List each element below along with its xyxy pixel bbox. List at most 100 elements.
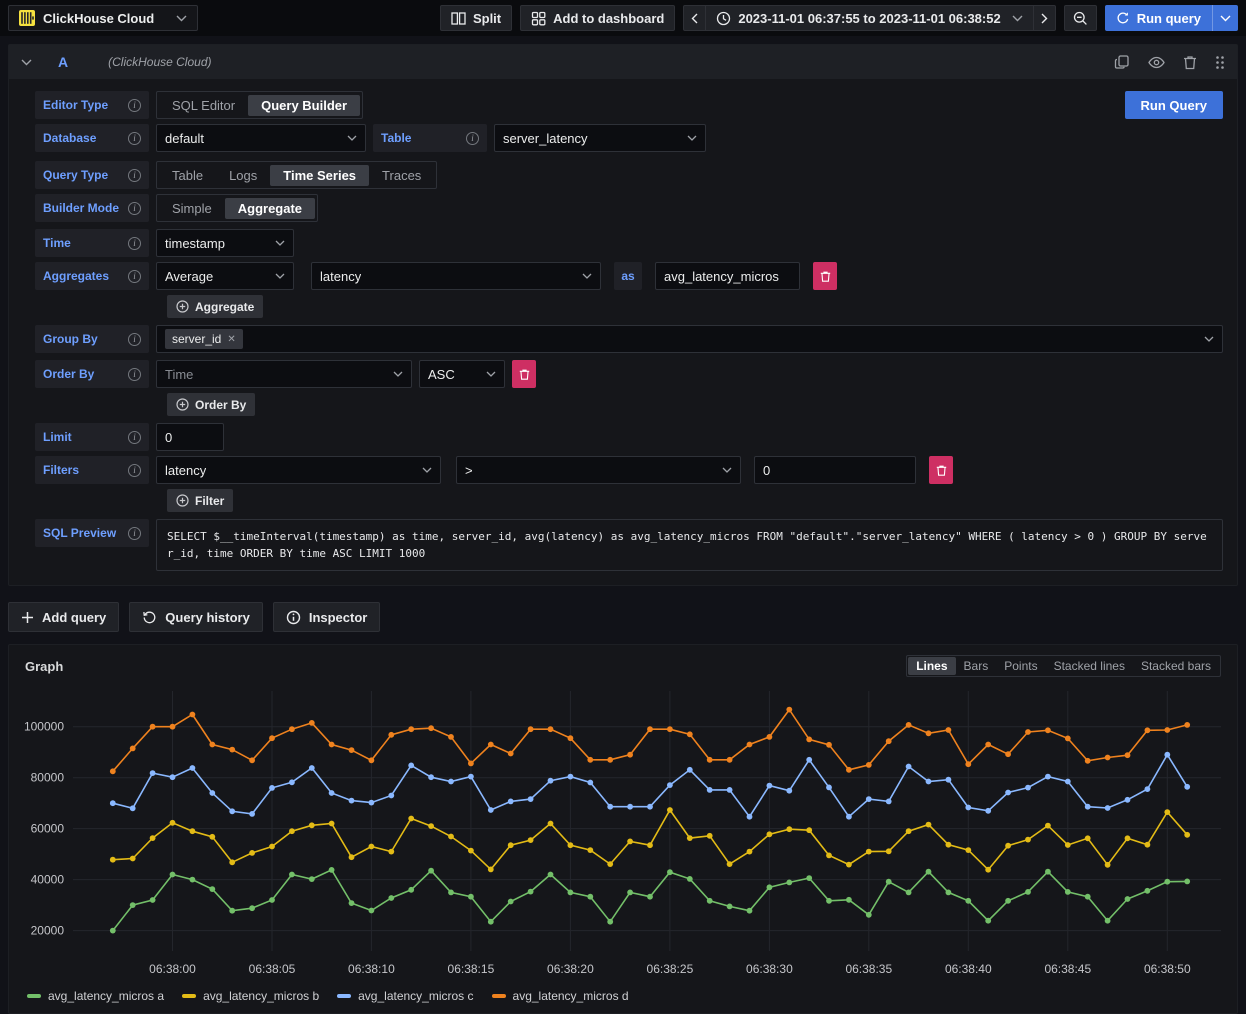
plus-circle-icon <box>176 300 189 313</box>
option-stacked-lines[interactable]: Stacked lines <box>1046 657 1133 675</box>
group-by-chip[interactable]: server_id <box>165 329 243 349</box>
group-by-multiselect[interactable]: server_id <box>156 325 1223 353</box>
option-aggregate[interactable]: Aggregate <box>225 198 315 219</box>
legend-item[interactable]: avg_latency_micros d <box>492 989 629 1003</box>
add-aggregate-button[interactable]: Aggregate <box>167 295 263 318</box>
legend-swatch <box>182 994 196 998</box>
info-icon[interactable] <box>128 270 141 283</box>
sql-preview: SELECT $__timeInterval(timestamp) as tim… <box>156 519 1223 571</box>
option-bars[interactable]: Bars <box>956 657 997 675</box>
option-simple[interactable]: Simple <box>159 198 225 219</box>
legend-label: avg_latency_micros c <box>358 989 473 1003</box>
remove-chip-icon[interactable] <box>227 334 235 345</box>
add-order-by-button[interactable]: Order By <box>167 393 255 416</box>
time-range-group: 2023-11-01 06:37:55 to 2023-11-01 06:38:… <box>683 5 1055 31</box>
option-time-series[interactable]: Time Series <box>270 165 369 186</box>
run-query-label: Run query <box>1137 11 1201 26</box>
legend-label: avg_latency_micros b <box>203 989 319 1003</box>
info-icon[interactable] <box>128 132 141 145</box>
run-query-split-button[interactable]: Run query <box>1105 5 1238 31</box>
remove-order-by-button[interactable] <box>512 360 536 388</box>
drag-handle-icon[interactable] <box>1215 55 1225 70</box>
info-icon[interactable] <box>128 431 141 444</box>
query-history-button[interactable]: Query history <box>129 602 263 632</box>
builder-mode-switch: SimpleAggregate <box>156 194 318 222</box>
svg-text:06:38:15: 06:38:15 <box>448 962 495 976</box>
legend-item[interactable]: avg_latency_micros c <box>337 989 473 1003</box>
legend-item[interactable]: avg_latency_micros a <box>27 989 164 1003</box>
query-header[interactable]: A (ClickHouse Cloud) <box>9 45 1237 79</box>
chevron-down-icon <box>275 240 285 246</box>
query-editor-card: A (ClickHouse Cloud) Editor Type SQL Edi <box>8 44 1238 586</box>
field-label-aggregates: Aggregates <box>35 262 149 290</box>
info-icon[interactable] <box>128 464 141 477</box>
plus-icon <box>21 611 34 624</box>
field-label-query-type: Query Type <box>35 161 149 189</box>
order-by-field-select[interactable]: Time <box>156 360 412 388</box>
graph-panel-title: Graph <box>25 659 63 674</box>
info-icon[interactable] <box>128 202 141 215</box>
option-sql-editor[interactable]: SQL Editor <box>159 95 248 116</box>
svg-text:06:38:10: 06:38:10 <box>348 962 395 976</box>
filter-operator-select[interactable]: > <box>456 456 741 484</box>
svg-text:06:38:40: 06:38:40 <box>945 962 992 976</box>
collapse-chevron-icon[interactable] <box>21 59 32 66</box>
option-lines[interactable]: Lines <box>908 657 955 675</box>
add-to-dashboard-label: Add to dashboard <box>553 11 664 26</box>
zoom-out-button[interactable] <box>1064 5 1097 31</box>
svg-text:06:38:50: 06:38:50 <box>1144 962 1191 976</box>
datasource-picker[interactable]: ClickHouse Cloud <box>8 5 198 31</box>
time-column-select[interactable]: timestamp <box>156 229 294 257</box>
aggregate-alias-input[interactable] <box>655 262 800 290</box>
plus-circle-icon <box>176 398 189 411</box>
filter-value-input[interactable] <box>754 456 916 484</box>
filter-field-select[interactable]: latency <box>156 456 441 484</box>
remove-filter-button[interactable] <box>929 456 953 484</box>
duplicate-query-icon[interactable] <box>1114 54 1130 70</box>
field-label-sql-preview: SQL Preview <box>35 519 149 547</box>
option-traces[interactable]: Traces <box>369 165 434 186</box>
info-icon[interactable] <box>466 132 479 145</box>
delete-query-trash-icon[interactable] <box>1183 55 1197 70</box>
plus-circle-icon <box>176 494 189 507</box>
split-button[interactable]: Split <box>440 5 512 31</box>
limit-input[interactable] <box>156 423 224 451</box>
run-query-button[interactable]: Run Query <box>1125 91 1223 119</box>
svg-text:80000: 80000 <box>31 771 65 785</box>
run-query-caret[interactable] <box>1212 5 1238 31</box>
svg-text:40000: 40000 <box>31 873 65 887</box>
option-logs[interactable]: Logs <box>216 165 270 186</box>
time-shift-back-button[interactable] <box>683 5 706 31</box>
add-query-button[interactable]: Add query <box>8 602 119 632</box>
time-range-button[interactable]: 2023-11-01 06:37:55 to 2023-11-01 06:38:… <box>706 5 1033 31</box>
split-icon <box>451 11 466 26</box>
time-shift-forward-button[interactable] <box>1034 5 1056 31</box>
info-icon[interactable] <box>128 333 141 346</box>
order-by-direction-select[interactable]: ASC <box>419 360 505 388</box>
svg-text:60000: 60000 <box>31 822 65 836</box>
chevron-down-icon <box>1012 15 1023 22</box>
info-icon[interactable] <box>128 237 141 250</box>
svg-text:06:38:20: 06:38:20 <box>547 962 594 976</box>
inspector-button[interactable]: Inspector <box>273 602 381 632</box>
option-query-builder[interactable]: Query Builder <box>248 95 360 116</box>
info-icon[interactable] <box>128 368 141 381</box>
option-table[interactable]: Table <box>159 165 216 186</box>
hide-query-eye-icon[interactable] <box>1148 56 1165 69</box>
info-icon[interactable] <box>128 169 141 182</box>
add-filter-button[interactable]: Filter <box>167 489 233 512</box>
info-icon[interactable] <box>128 527 141 540</box>
refresh-icon <box>1116 11 1130 25</box>
database-select[interactable]: default <box>156 124 366 152</box>
remove-aggregate-button[interactable] <box>813 262 837 290</box>
add-to-dashboard-button[interactable]: Add to dashboard <box>520 5 675 31</box>
table-select[interactable]: server_latency <box>494 124 706 152</box>
info-icon[interactable] <box>128 99 141 112</box>
query-datasource-hint: (ClickHouse Cloud) <box>108 55 211 69</box>
info-circle-icon <box>286 610 301 625</box>
option-stacked-bars[interactable]: Stacked bars <box>1133 657 1219 675</box>
aggregate-function-select[interactable]: Average <box>156 262 294 290</box>
legend-item[interactable]: avg_latency_micros b <box>182 989 319 1003</box>
option-points[interactable]: Points <box>996 657 1045 675</box>
aggregate-column-select[interactable]: latency <box>311 262 601 290</box>
